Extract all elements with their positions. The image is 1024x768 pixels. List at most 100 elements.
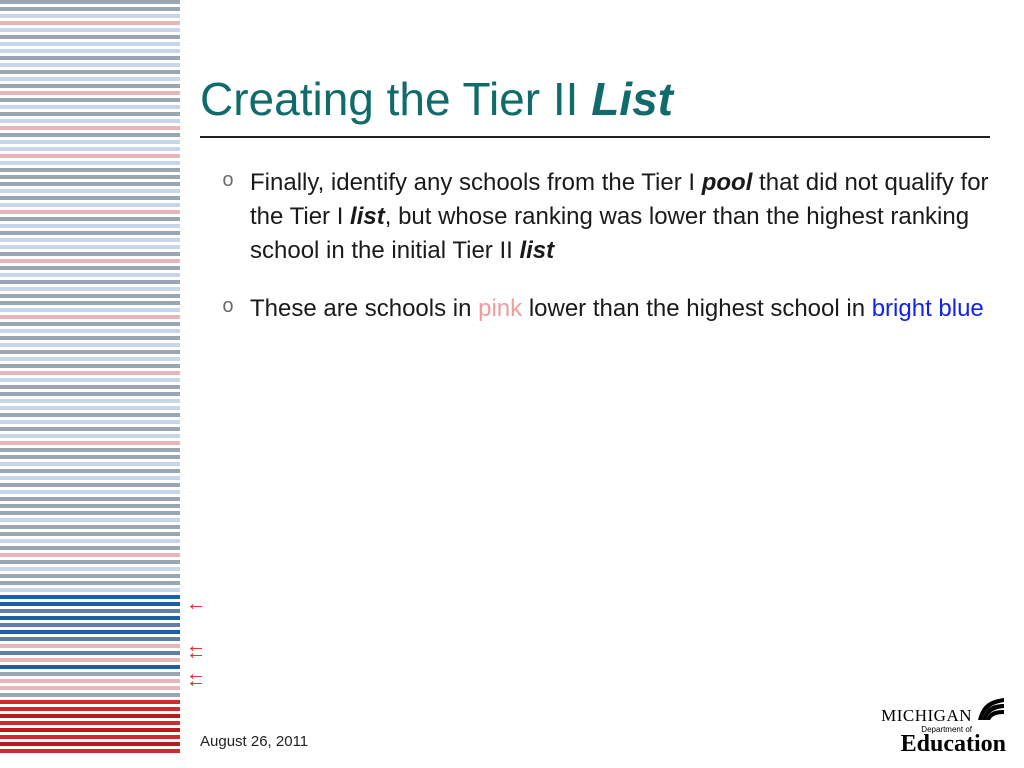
- stripe: [0, 21, 180, 25]
- stripe: [0, 658, 180, 662]
- stripe: [0, 721, 180, 725]
- stripe: [0, 154, 180, 158]
- brand-line3: Education: [861, 732, 1006, 756]
- title-part1: Creating the Tier II: [200, 73, 591, 125]
- stripe: [0, 735, 180, 739]
- stripe: [0, 322, 180, 326]
- stripe: [0, 315, 180, 319]
- stripe: [0, 301, 180, 305]
- stripe: [0, 224, 180, 228]
- stripe: [0, 252, 180, 256]
- stripe: [0, 574, 180, 578]
- stripe: [0, 392, 180, 396]
- stripe: [0, 196, 180, 200]
- stripe: [0, 427, 180, 431]
- stripe: [0, 469, 180, 473]
- title-underline: [200, 136, 990, 138]
- stripe: [0, 434, 180, 438]
- brand-line1: MICHIGAN: [881, 707, 972, 724]
- stripe: [0, 490, 180, 494]
- pointer-arrow-icon: ←: [186, 648, 206, 658]
- stripe: [0, 679, 180, 683]
- stripe: [0, 686, 180, 690]
- stripe: [0, 119, 180, 123]
- stripe: [0, 308, 180, 312]
- stripe: [0, 672, 180, 676]
- stripe: [0, 364, 180, 368]
- stripe: [0, 70, 180, 74]
- text-run: list: [519, 237, 554, 264]
- stripe: [0, 693, 180, 697]
- stripe: [0, 476, 180, 480]
- stripe: [0, 259, 180, 263]
- stripe: [0, 455, 180, 459]
- stripe: [0, 42, 180, 46]
- slide-title: Creating the Tier II List: [200, 72, 990, 126]
- stripe: [0, 357, 180, 361]
- stripe: [0, 441, 180, 445]
- stripe: [0, 140, 180, 144]
- text-run: bright blue: [872, 295, 984, 322]
- stripe: [0, 532, 180, 536]
- stripe: [0, 595, 180, 599]
- text-run: lower than the highest school in: [522, 295, 872, 322]
- stripe: [0, 525, 180, 529]
- stripe: [0, 112, 180, 116]
- footer-date: August 26, 2011: [200, 733, 308, 750]
- stripe: [0, 378, 180, 382]
- stripe: [0, 245, 180, 249]
- stripe: [0, 189, 180, 193]
- stripe: [0, 560, 180, 564]
- stripe: [0, 483, 180, 487]
- brand-logo: MICHIGAN Department of Education: [861, 696, 1006, 756]
- text-run: Finally, identify any schools from the T…: [250, 169, 702, 196]
- stripe: [0, 35, 180, 39]
- stripe: [0, 280, 180, 284]
- stripe: [0, 581, 180, 585]
- text-run: These are schools in: [250, 295, 478, 322]
- stripe: [0, 7, 180, 11]
- stripe: [0, 385, 180, 389]
- stripe: [0, 168, 180, 172]
- stripe: [0, 266, 180, 270]
- stripe: [0, 553, 180, 557]
- stripe: [0, 126, 180, 130]
- stripe: [0, 602, 180, 606]
- stripe: [0, 504, 180, 508]
- stripe: [0, 343, 180, 347]
- stripe: [0, 350, 180, 354]
- stripe: [0, 84, 180, 88]
- stripe: [0, 497, 180, 501]
- stripe: [0, 420, 180, 424]
- stripe: [0, 0, 180, 4]
- slide: Creating the Tier II List Finally, ident…: [0, 0, 1024, 768]
- stripe: [0, 399, 180, 403]
- stripe: [0, 147, 180, 151]
- stripe: [0, 511, 180, 515]
- stripe: [0, 644, 180, 648]
- text-run: list: [350, 203, 385, 230]
- stripe: [0, 175, 180, 179]
- stripe: [0, 329, 180, 333]
- stripe: [0, 406, 180, 410]
- stripe: [0, 98, 180, 102]
- stripe: [0, 749, 180, 753]
- text-run: pink: [478, 295, 522, 322]
- stripe: [0, 567, 180, 571]
- stripe: [0, 91, 180, 95]
- stripe: [0, 231, 180, 235]
- stripe: [0, 546, 180, 550]
- stripe: [0, 56, 180, 60]
- stripe: [0, 238, 180, 242]
- stripe: [0, 77, 180, 81]
- stripe: [0, 637, 180, 641]
- stripe: [0, 182, 180, 186]
- stripe: [0, 371, 180, 375]
- stripe: [0, 609, 180, 613]
- bullet-item: Finally, identify any schools from the T…: [222, 166, 990, 268]
- stripe: [0, 210, 180, 214]
- stripe: [0, 700, 180, 704]
- stripe: [0, 413, 180, 417]
- decorative-stripes: [0, 0, 180, 768]
- content-area: Creating the Tier II List Finally, ident…: [200, 72, 990, 350]
